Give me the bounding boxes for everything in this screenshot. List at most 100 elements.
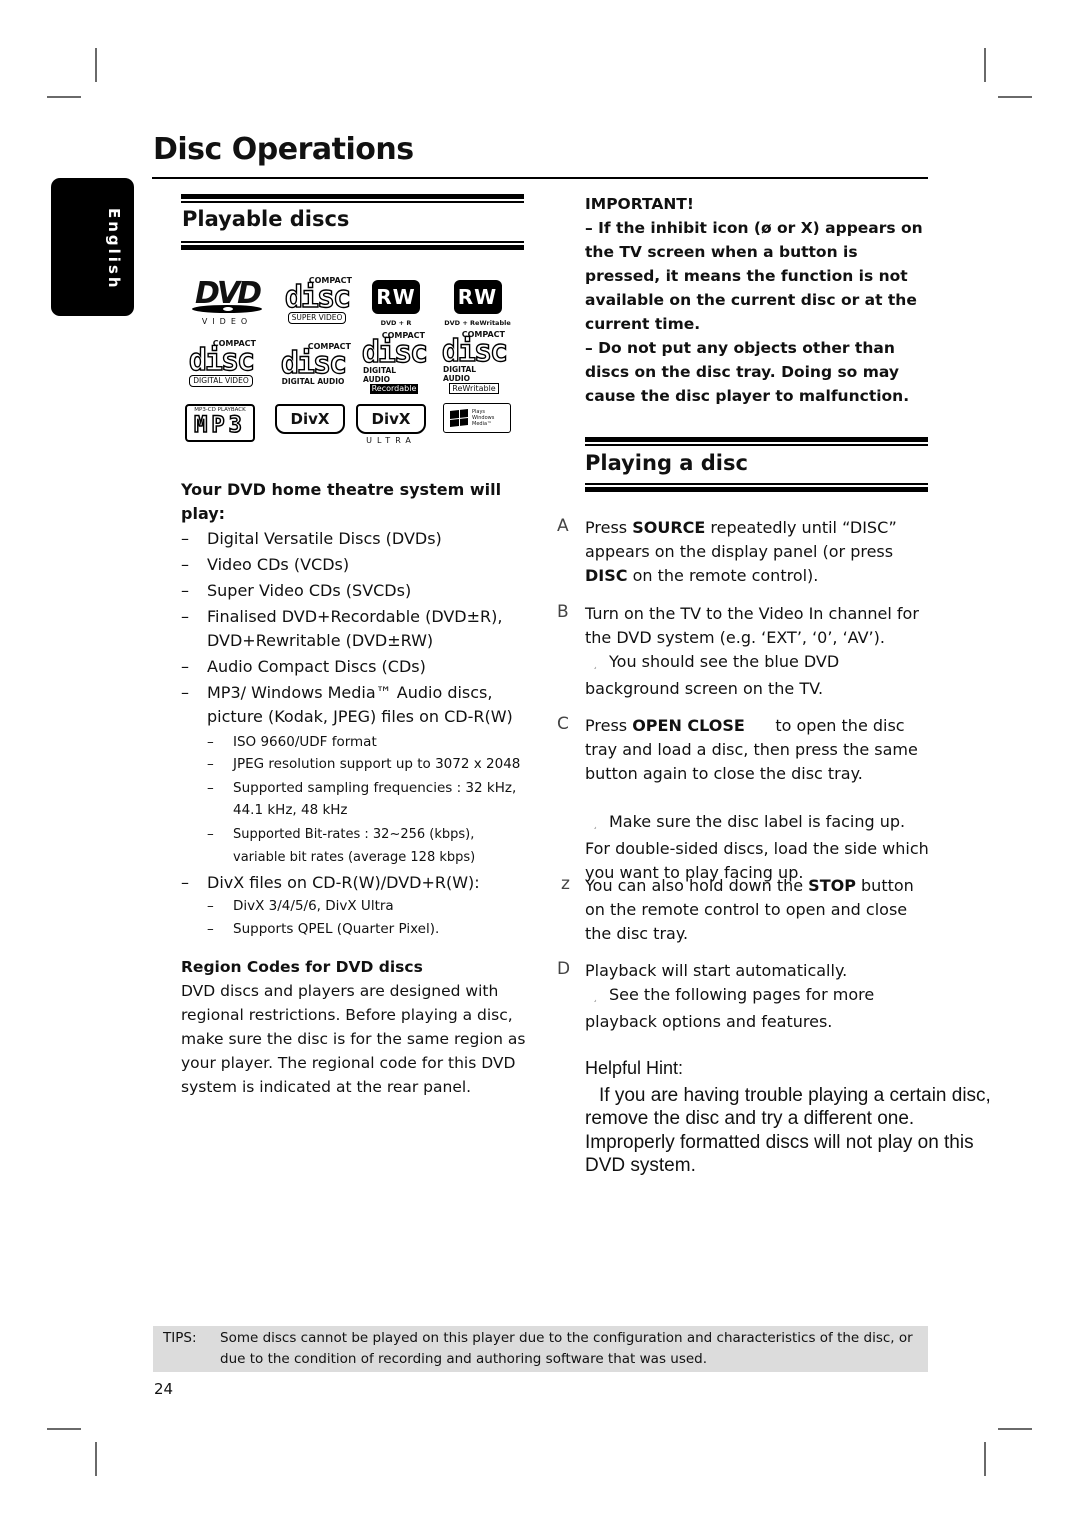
- windows-media-icon: Plays Windows Media™: [443, 403, 511, 433]
- hint-heading: Helpful Hint:: [585, 1058, 684, 1078]
- logo-caption: DVD + ReWritable: [444, 318, 511, 327]
- list-item-text: Finalised DVD+Recordable (DVD±R), DVD+Re…: [207, 607, 503, 650]
- text: Press: [585, 518, 633, 537]
- text: Playback will start automatically.: [585, 961, 848, 980]
- crop-mark: [998, 96, 1032, 98]
- important-notice: IMPORTANT! – If the inhibit icon (ø or X…: [585, 192, 930, 408]
- disc-icon: [192, 304, 262, 313]
- step-marker: z: [561, 874, 570, 894]
- crop-mark: [95, 48, 97, 82]
- sub-list-item-text: ISO 9660/UDF format: [233, 734, 377, 750]
- important-heading: IMPORTANT!: [585, 195, 694, 213]
- step-text: Press SOURCE repeatedly until “DISC” app…: [585, 516, 930, 588]
- logo-caption-2: Recordable: [369, 383, 419, 394]
- step-marker: D: [557, 959, 571, 979]
- list-item-text: Audio Compact Discs (CDs): [207, 657, 426, 676]
- logo-mark: disc: [280, 346, 348, 381]
- sub-list-item-text: JPEG resolution support up to 3072 x 204…: [233, 756, 521, 772]
- dash: –: [207, 921, 214, 937]
- dash: –: [207, 898, 214, 914]
- logo-caption: ULTRA: [366, 435, 416, 445]
- sub-list-item: – JPEG resolution support up to 3072 x 20…: [181, 754, 526, 775]
- crop-mark: [47, 96, 81, 98]
- sub-list-item-text: DivX 3/4/5/6, DivX Ultra: [233, 898, 394, 914]
- step-text: Playback will start automatically. ¸ See …: [585, 959, 930, 1034]
- text: You should see the blue DVD background s…: [585, 652, 840, 698]
- step-marker: C: [557, 714, 569, 734]
- digital-audio-cd-logo: COMPACT disc DIGITAL AUDIO: [275, 338, 351, 390]
- step-text: You can also hold down the STOP button o…: [585, 874, 930, 946]
- list-item: – MP3/ Windows Media™ Audio discs, pictur…: [181, 681, 526, 729]
- list-item-text: Super Video CDs (SVCDs): [207, 581, 412, 600]
- crop-mark: [95, 1442, 97, 1476]
- tips-box: TIPS: Some discs cannot be played on thi…: [153, 1326, 928, 1372]
- step-note: ¸ See the following pages for more playba…: [585, 983, 930, 1034]
- logo-mark: disc: [361, 334, 429, 370]
- button-name: OPEN CLOSE: [632, 716, 745, 735]
- dvd-video-logo: DVD VIDEO: [183, 276, 271, 328]
- list-item: – Video CDs (VCDs): [181, 553, 526, 577]
- list-item-text: MP3/ Windows Media™ Audio discs, picture…: [207, 683, 513, 726]
- list-item-text: DivX files on CD-R(W)/DVD+R(W):: [207, 873, 480, 892]
- tips-text: Some discs cannot be played on this play…: [220, 1330, 913, 1367]
- crop-mark: [984, 48, 986, 82]
- rw-icon: RW: [372, 279, 420, 314]
- step-marker: A: [557, 516, 569, 536]
- dash: –: [181, 657, 189, 676]
- section-rule: [181, 241, 524, 250]
- mp3-icon: MP3-CD PLAYBACK MP3: [185, 404, 255, 442]
- list-item: – DivX files on CD-R(W)/DVD+R(W):: [181, 871, 526, 895]
- button-name: DISC: [585, 566, 628, 585]
- section-rule: [181, 194, 524, 203]
- dash: –: [181, 873, 189, 892]
- logo-line: Media™: [472, 421, 493, 427]
- page-number: 24: [154, 1380, 174, 1398]
- plays-heading: Your DVD home theatre system will play:: [181, 480, 502, 523]
- list-item-text: Video CDs (VCDs): [207, 555, 350, 574]
- divx-icon: DivX: [356, 403, 426, 434]
- note-mark-icon: ¸: [593, 820, 598, 830]
- logo-caption-2: ReWritable: [449, 383, 499, 394]
- step-note: ¸ You should see the blue DVD background …: [585, 650, 935, 701]
- windows-media-text: Plays Windows Media™: [472, 409, 494, 427]
- logo-mark: disc: [284, 280, 352, 315]
- logo-mark: disc: [188, 343, 256, 378]
- text: Press: [585, 716, 633, 735]
- logo-caption: DIGITAL AUDIO: [443, 365, 477, 383]
- text: See the following pages for more playbac…: [585, 985, 875, 1031]
- region-codes-text: DVD discs and players are designed with …: [181, 982, 526, 1096]
- dash: –: [207, 756, 214, 772]
- section-title-playable-discs: Playable discs: [182, 207, 350, 231]
- logo-caption: VIDEO: [201, 316, 253, 326]
- divx-ultra-logo: DivX ULTRA: [355, 403, 427, 445]
- section-rule: [585, 483, 928, 492]
- crop-mark: [47, 1428, 81, 1430]
- list-item: – Finalised DVD+Recordable (DVD±R), DVD+R…: [181, 605, 526, 653]
- section-title-playing-a-disc: Playing a disc: [585, 451, 748, 475]
- sub-list-item-text: Supports QPEL (Quarter Pixel).: [233, 921, 440, 937]
- logo-caption: DIGITAL AUDIO: [281, 377, 345, 386]
- dash: –: [181, 607, 189, 626]
- crop-mark: [984, 1442, 986, 1476]
- step-z: z You can also hold down the STOP button…: [557, 874, 937, 946]
- cd-rewritable-logo: COMPACT disc DIGITAL AUDIO ReWritable: [441, 330, 509, 394]
- dash: –: [207, 780, 214, 796]
- sub-list-item-text: Supported sampling frequencies : 32 kHz,…: [233, 780, 517, 818]
- language-tab: English: [51, 178, 134, 316]
- divx-logo: DivX: [274, 403, 346, 435]
- note-mark-icon: ¸: [593, 660, 598, 670]
- helpful-hint: Helpful Hint: If you are having trouble …: [585, 1057, 995, 1178]
- list-item: – Super Video CDs (SVCDs): [181, 579, 526, 603]
- hint-text: If you are having trouble playing a cert…: [585, 1084, 991, 1177]
- dvd-plus-r-logo: RW DVD + R: [366, 278, 426, 328]
- windows-flag-icon: [450, 409, 468, 427]
- dvd-plus-rewritable-logo: RW DVD + ReWritable: [440, 278, 515, 328]
- step-marker: B: [557, 602, 569, 622]
- cd-recordable-logo: COMPACT disc DIGITAL AUDIO Recordable: [361, 331, 429, 394]
- language-label: English: [105, 208, 123, 291]
- text: Make sure the disc label is facing up. F…: [585, 812, 929, 882]
- sub-list-item: – Supported sampling frequencies : 32 kHz…: [181, 777, 526, 821]
- sub-list-item: – Supports QPEL (Quarter Pixel).: [181, 918, 526, 941]
- page-title: Disc Operations: [153, 132, 414, 167]
- logo-mark: MP3: [193, 413, 246, 439]
